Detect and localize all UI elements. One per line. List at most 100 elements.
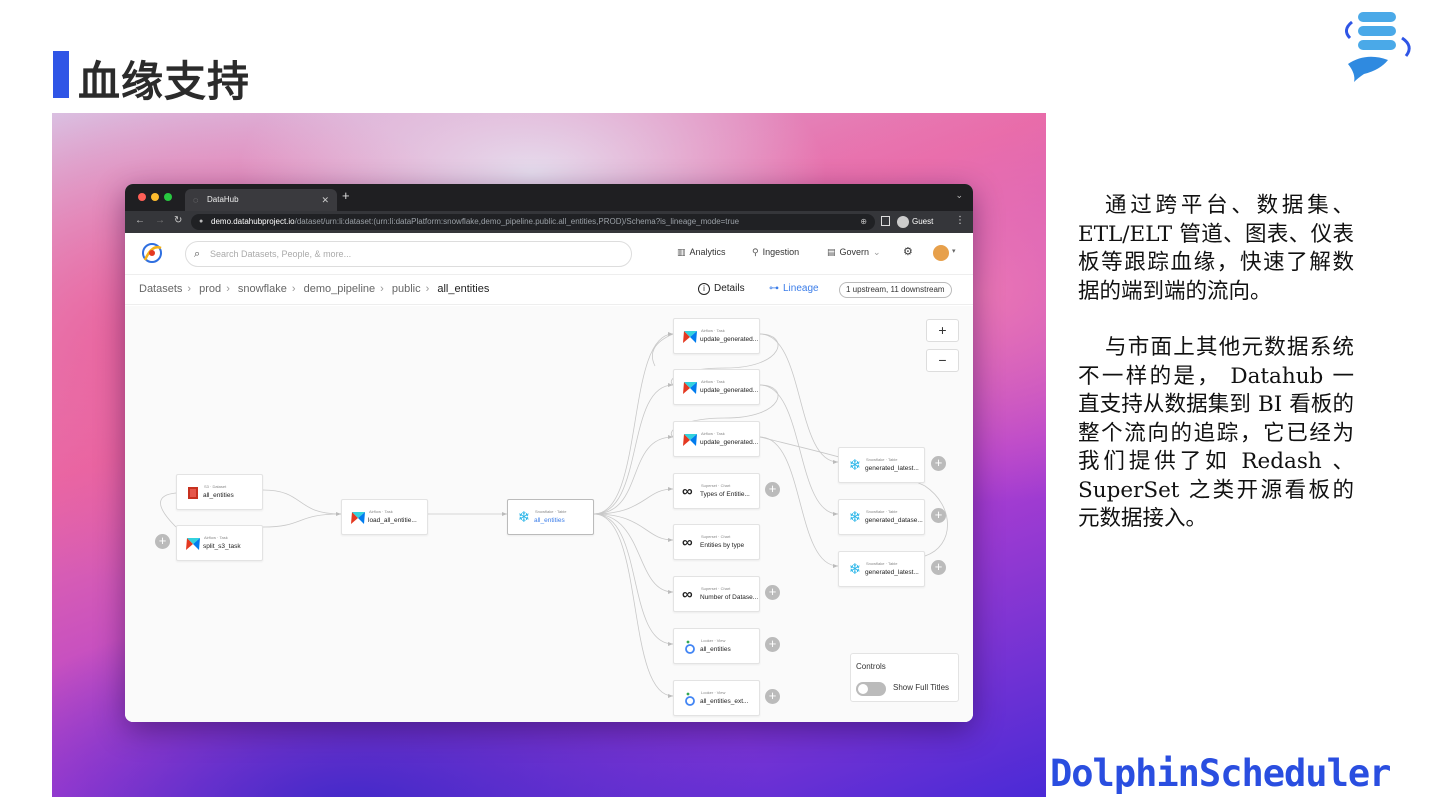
breadcrumb-item-public[interactable]: public xyxy=(392,283,421,295)
nav-analytics[interactable]: ▥ Analytics xyxy=(677,247,726,258)
browser-toolbar: ← → ↻ ● demo.datahubproject.io/dataset/u… xyxy=(125,211,973,233)
node-subtitle: Airflow · Task xyxy=(369,509,393,514)
profile-name: Guest xyxy=(912,217,934,226)
govern-icon: ▤ xyxy=(827,247,836,257)
expand-downstream-plus-icon[interactable]: + xyxy=(765,637,780,652)
window-minimize-button[interactable] xyxy=(151,193,159,201)
looker-icon xyxy=(685,640,695,654)
lineage-button[interactable]: ⊶ Lineage xyxy=(769,283,819,294)
snowflake-icon: ❄ xyxy=(848,561,862,578)
browser-tab-datahub[interactable]: ◌ DataHub ✕ xyxy=(185,189,337,211)
breadcrumb-separator: › xyxy=(226,283,230,295)
lineage-node-generated-datasets[interactable]: ❄ Snowflake · Table generated_datase... xyxy=(838,499,925,535)
show-full-titles-label: Show Full Titles xyxy=(893,683,950,692)
window-zoom-button[interactable] xyxy=(164,193,172,201)
expand-downstream-plus-icon[interactable]: + xyxy=(765,689,780,704)
lineage-node-looker-all-entities[interactable]: Looker · View all_entities xyxy=(673,628,760,664)
reload-icon[interactable]: ↻ xyxy=(174,215,182,226)
node-subtitle: Looker · View xyxy=(701,690,726,695)
user-avatar[interactable] xyxy=(933,245,949,261)
node-subtitle: Snowflake · Table xyxy=(866,509,898,514)
window-close-button[interactable] xyxy=(138,193,146,201)
info-icon: i xyxy=(698,283,710,295)
lineage-node-split-s3-task[interactable]: Airflow · Task split_s3_task xyxy=(176,525,263,561)
node-name: update_generated... xyxy=(700,439,759,446)
node-subtitle: Looker · View xyxy=(701,638,726,643)
airflow-icon xyxy=(186,538,200,550)
node-name: Entities by type xyxy=(700,542,745,549)
node-name: load_all_entitie... xyxy=(368,517,417,524)
expand-downstream-plus-icon[interactable]: + xyxy=(931,560,946,575)
url-host: demo.datahubproject.io xyxy=(211,217,295,226)
side-panel-icon[interactable] xyxy=(881,216,890,226)
node-subtitle: Superset · Chart xyxy=(701,534,731,539)
tab-close-icon[interactable]: ✕ xyxy=(321,189,329,211)
node-name: all_entities_ext... xyxy=(700,698,749,705)
nav-analytics-label: Analytics xyxy=(689,247,726,257)
back-icon[interactable]: ← xyxy=(135,215,145,226)
snowflake-icon: ❄ xyxy=(517,509,531,526)
expand-downstream-plus-icon[interactable]: + xyxy=(765,585,780,600)
nav-ingestion[interactable]: ⚲ Ingestion xyxy=(752,247,799,258)
node-name: generated_latest... xyxy=(865,465,919,472)
lineage-node-load-all-entities[interactable]: Airflow · Task load_all_entitie... xyxy=(341,499,428,535)
avatar-chevron-down-icon[interactable]: ▾ xyxy=(952,247,956,255)
new-tab-icon[interactable]: + xyxy=(342,188,350,203)
search-input[interactable]: ⌕ Search Datasets, People, & more... xyxy=(185,241,632,267)
lineage-node-update-generated-3[interactable]: Airflow · Task update_generated... xyxy=(673,421,760,457)
node-subtitle: Airflow · Task xyxy=(204,535,228,540)
lineage-node-update-generated-1[interactable]: Airflow · Task update_generated... xyxy=(673,318,760,354)
lock-icon: ● xyxy=(199,218,204,225)
nav-govern[interactable]: ▤ Govern ⌄ xyxy=(827,247,881,258)
breadcrumb-current: all_entities xyxy=(437,283,490,295)
zoom-in-button[interactable]: + xyxy=(926,319,959,342)
snowflake-icon: ❄ xyxy=(848,457,862,474)
expand-downstream-plus-icon[interactable]: + xyxy=(931,508,946,523)
breadcrumb-item-prod[interactable]: prod xyxy=(199,283,221,295)
expand-downstream-plus-icon[interactable]: + xyxy=(931,456,946,471)
expand-upstream-plus-icon[interactable]: + xyxy=(155,534,170,549)
node-subtitle: Snowflake · Table xyxy=(535,509,567,514)
profile-button[interactable]: Guest xyxy=(897,214,933,230)
expand-downstream-plus-icon[interactable]: + xyxy=(765,482,780,497)
settings-gear-icon[interactable]: ⚙ xyxy=(903,245,913,258)
browser-window: ◌ DataHub ✕ + ⌄ ← → ↻ ● demo.datahubproj… xyxy=(125,184,973,722)
s3-bucket-icon xyxy=(188,487,198,499)
node-name: update_generated... xyxy=(700,336,759,343)
node-name: generated_datase... xyxy=(865,517,923,524)
lineage-node-snowflake-all-entities-selected[interactable]: ❄ Snowflake · Table all_entities xyxy=(507,499,594,535)
airflow-icon xyxy=(683,331,697,343)
node-name: Types of Entitie... xyxy=(700,491,750,498)
lineage-canvas[interactable]: S3 · Dataset all_entities Airflow · Task… xyxy=(125,306,973,722)
snowflake-icon: ❄ xyxy=(848,509,862,526)
datahub-header: ⌕ Search Datasets, People, & more... ▥ An… xyxy=(125,233,973,275)
description-paragraph-2: 与市面上其他元数据系统不一样的是， Datahub 一直支持从数据集到 BI 看… xyxy=(1078,335,1354,531)
lineage-node-generated-latest-2[interactable]: ❄ Snowflake · Table generated_latest... xyxy=(838,551,925,587)
show-full-titles-toggle[interactable] xyxy=(856,682,886,696)
airflow-icon xyxy=(683,434,697,446)
lineage-node-looker-all-entities-ext[interactable]: Looker · View all_entities_ext... xyxy=(673,680,760,716)
address-bar[interactable]: ● demo.datahubproject.io/dataset/urn:li:… xyxy=(191,214,875,230)
zoom-magnifier-icon[interactable]: ⊕ xyxy=(860,214,867,230)
breadcrumb-item-demo-pipeline[interactable]: demo_pipeline xyxy=(304,283,376,295)
details-label: Details xyxy=(714,283,745,294)
lineage-node-s3-all-entities[interactable]: S3 · Dataset all_entities xyxy=(176,474,263,510)
slide-title: 血缘支持 xyxy=(78,57,251,106)
profile-avatar-icon xyxy=(897,215,909,228)
superset-icon: ∞ xyxy=(682,483,693,500)
lineage-node-types-of-entities[interactable]: ∞ Superset · Chart Types of Entitie... xyxy=(673,473,760,509)
lineage-node-entities-by-type[interactable]: ∞ Superset · Chart Entities by type xyxy=(673,524,760,560)
breadcrumb-item-datasets[interactable]: Datasets xyxy=(139,283,182,295)
controls-label: Controls xyxy=(856,662,886,671)
details-button[interactable]: i Details xyxy=(698,283,745,295)
browser-menu-icon[interactable]: ⋮ xyxy=(955,215,965,226)
zoom-out-button[interactable]: − xyxy=(926,349,959,372)
lineage-node-update-generated-2[interactable]: Airflow · Task update_generated... xyxy=(673,369,760,405)
lineage-node-number-of-datasets[interactable]: ∞ Superset · Chart Number of Datase... xyxy=(673,576,760,612)
lineage-node-generated-latest-1[interactable]: ❄ Snowflake · Table generated_latest... xyxy=(838,447,925,483)
datahub-logo-icon[interactable] xyxy=(139,240,165,266)
forward-icon[interactable]: → xyxy=(155,215,165,226)
lineage-count-badge: 1 upstream, 11 downstream xyxy=(839,282,952,298)
tab-search-chevron-icon[interactable]: ⌄ xyxy=(955,190,963,201)
breadcrumb-item-snowflake[interactable]: snowflake xyxy=(238,283,287,295)
